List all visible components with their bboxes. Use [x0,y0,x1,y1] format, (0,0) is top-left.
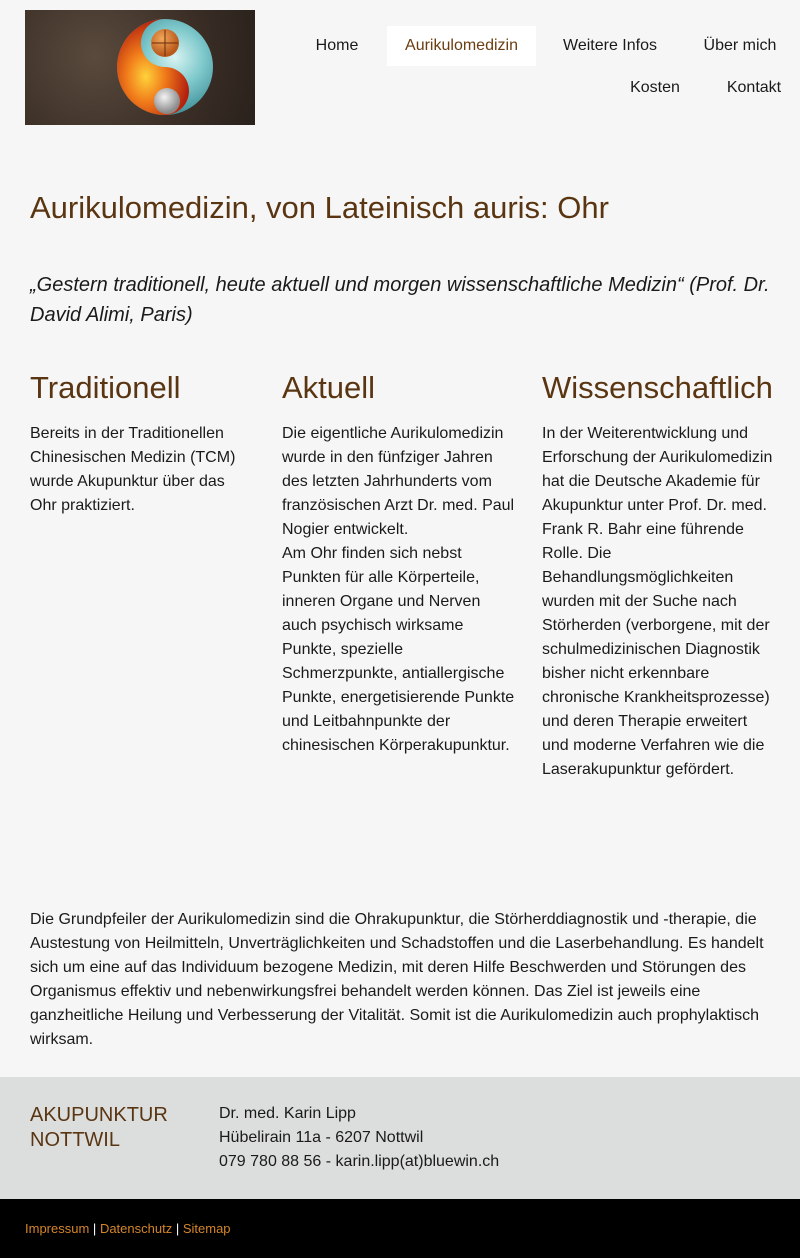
column-text: Bereits in der Traditionellen Chinesisch… [30,425,236,514]
footer-address: Dr. med. Karin Lipp Hübelirain 11a - 620… [219,1102,499,1174]
column-heading: Traditionell [30,370,181,405]
brand-line-2: NOTTWIL [30,1129,120,1151]
nav-item-kosten[interactable]: Kosten [618,68,692,108]
nav-item-kontakt[interactable]: Kontakt [716,68,792,108]
column-traditionell: Traditionell Bereits in der Traditionell… [30,368,250,518]
doctor-name: Dr. med. Karin Lipp [219,1105,356,1122]
footer-brand: AKUPUNKTUR NOTTWIL [30,1103,190,1153]
link-separator: | [92,1221,97,1236]
summary-paragraph: Die Grundpfeiler der Aurikulomedizin sin… [30,911,764,1048]
column-aktuell: Aktuell Die eigentliche Aurikulomedizin … [282,368,517,758]
quote: „Gestern traditionell, heute aktuell und… [30,274,770,326]
footer-contact: AKUPUNKTUR NOTTWIL Dr. med. Karin Lipp H… [0,1077,800,1199]
nav-item-home[interactable]: Home [300,26,374,66]
column-text: In der Weiterentwicklung und Erforschung… [542,425,773,778]
site-header: Home Aurikulomedizin Weitere Infos Über … [0,0,800,150]
yin-yang-logo[interactable] [25,10,255,125]
street-address: Hübelirain 11a - 6207 Nottwil [219,1129,424,1146]
page-title: Aurikulomedizin, von Lateinisch auris: O… [30,190,609,225]
impressum-link[interactable]: Impressum [25,1221,89,1236]
sitemap-link[interactable]: Sitemap [183,1221,231,1236]
brand-line-1: AKUPUNKTUR [30,1104,168,1126]
main-navigation: Home Aurikulomedizin Weitere Infos Über … [300,26,800,146]
datenschutz-link[interactable]: Datenschutz [100,1221,172,1236]
column-text: Die eigentliche Aurikulomedizin wurde in… [282,425,515,538]
phone-email[interactable]: 079 780 88 56 - karin.lipp(at)bluewin.ch [219,1150,499,1174]
footer-legal: Impressum | Datenschutz | Sitemap [0,1199,800,1258]
column-heading: Wissenschaftlich [542,370,773,405]
nav-item-aurikulomedizin[interactable]: Aurikulomedizin [387,26,536,66]
footer-links: Impressum | Datenschutz | Sitemap [25,1221,231,1236]
column-wissenschaftlich: Wissenschaftlich In der Weiterentwicklun… [542,368,774,782]
column-text-2: Am Ohr finden sich nebst Punkten für all… [282,545,515,754]
link-separator: | [175,1221,180,1236]
nav-item-ueber-mich[interactable]: Über mich [690,26,790,66]
nav-item-weitere-infos[interactable]: Weitere Infos [552,26,668,66]
column-heading: Aktuell [282,370,376,405]
